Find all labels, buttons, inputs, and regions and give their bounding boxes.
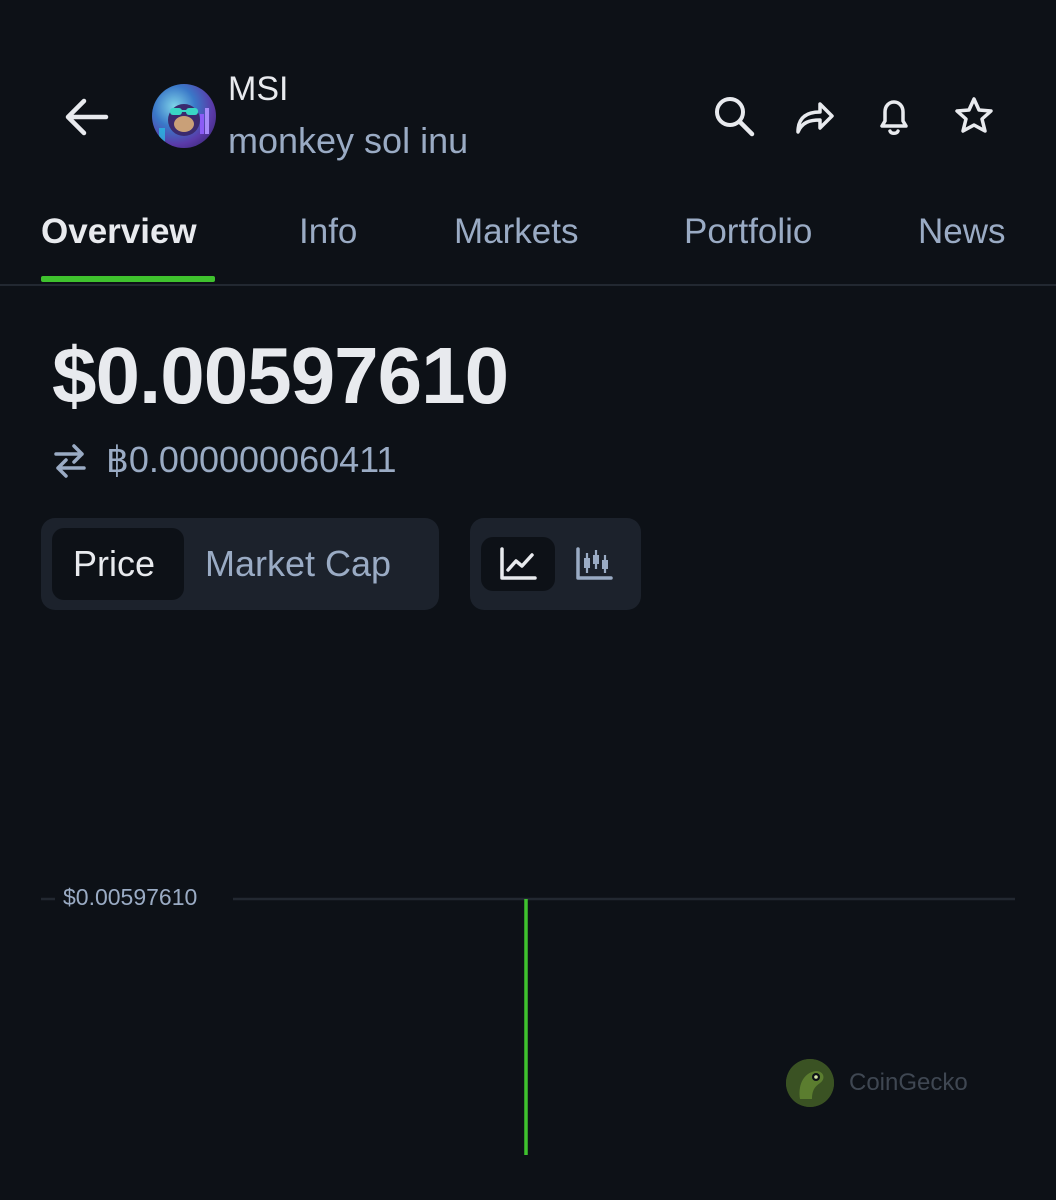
chart-style-toggle (470, 518, 641, 610)
price-btc: ฿0.000000060411 (106, 439, 397, 480)
tab-markets[interactable]: Markets (454, 212, 578, 252)
price-chart[interactable]: $0.00597610 (0, 860, 1056, 1180)
metric-toggle: Price Market Cap (41, 518, 439, 610)
coin-avatar (152, 84, 216, 148)
price-usd: $0.00597610 (52, 331, 509, 420)
arrow-left-icon (65, 98, 109, 136)
metric-option-price-label[interactable]: Price (73, 543, 155, 585)
favorite-button[interactable] (950, 92, 998, 140)
coingecko-watermark: CoinGecko (786, 1058, 968, 1108)
alert-button[interactable] (870, 92, 918, 140)
line-chart-icon (500, 547, 537, 580)
coingecko-logo-icon (786, 1059, 834, 1107)
tab-news[interactable]: News (918, 212, 1006, 252)
bell-icon (880, 100, 908, 135)
tab-portfolio[interactable]: Portfolio (684, 212, 812, 252)
price-btc-row: ฿0.000000060411 (52, 439, 397, 480)
search-icon (715, 97, 755, 137)
tab-info[interactable]: Info (299, 212, 357, 252)
tab-bar: Overview Info Markets Portfolio News (0, 200, 1056, 286)
metric-option-market-cap[interactable]: Market Cap (205, 543, 391, 585)
back-button[interactable] (58, 92, 114, 142)
watermark-text: CoinGecko (849, 1069, 968, 1096)
candlestick-icon (576, 547, 613, 580)
coin-symbol: MSI (228, 70, 289, 108)
star-icon (955, 97, 993, 133)
chart-style-candle-button[interactable] (570, 537, 618, 591)
coin-name: monkey sol inu (228, 120, 469, 161)
chart-style-line-button[interactable] (481, 537, 555, 591)
search-button[interactable] (710, 92, 758, 140)
share-icon (796, 102, 834, 134)
coin-detail-screen: MSI monkey sol inu Overview Info Markets… (0, 0, 1056, 1200)
share-button[interactable] (790, 92, 838, 140)
price-axis-label: $0.00597610 (63, 884, 197, 910)
swap-arrows-icon[interactable] (52, 442, 88, 478)
tab-overview[interactable]: Overview (41, 212, 197, 252)
active-tab-indicator (41, 276, 215, 282)
